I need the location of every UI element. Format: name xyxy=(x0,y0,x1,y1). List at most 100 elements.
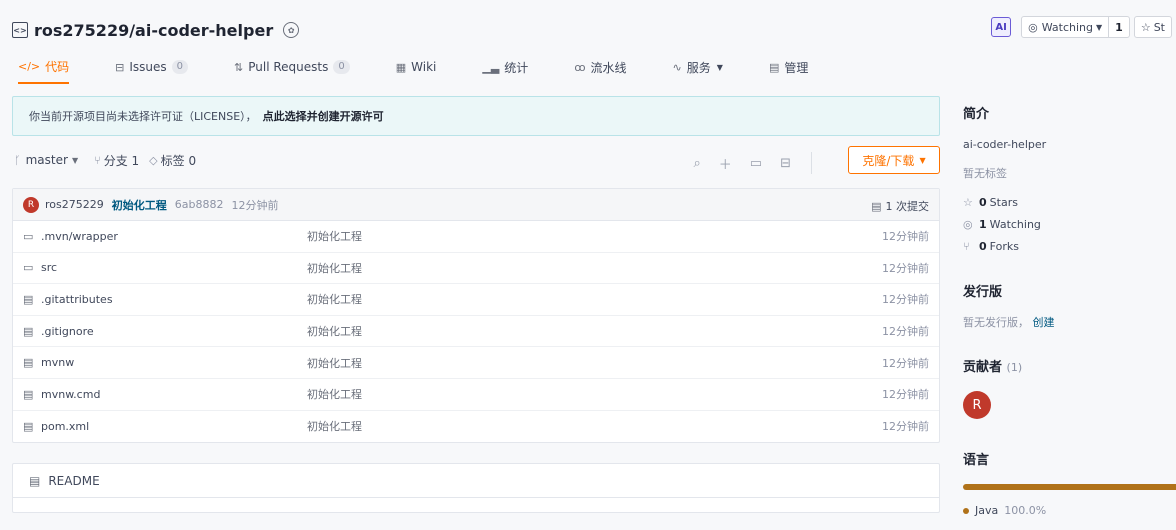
forks-link[interactable]: ⑂ 0 Forks xyxy=(963,235,1176,257)
readme-header: ▤ README xyxy=(13,464,939,499)
file-name-link[interactable]: .gitignore xyxy=(41,325,321,338)
repo-title: <> ros275229/ai-coder-helper ✿ xyxy=(12,18,300,42)
file-icon: ▤ xyxy=(23,292,34,306)
star-button[interactable]: ☆ St xyxy=(1135,17,1171,37)
file-row[interactable]: ▤ .gitattributes 初始化工程 12分钟前 xyxy=(13,284,939,316)
contributors-title: 贡献者 (1) xyxy=(963,360,1023,375)
file-commit-time: 12分钟前 xyxy=(882,293,929,307)
file-commit-time: 12分钟前 xyxy=(882,325,929,339)
language-color-dot xyxy=(963,507,969,514)
file-name-link[interactable]: pom.xml xyxy=(41,420,321,433)
tab-issues[interactable]: ⊟ Issues 0 xyxy=(115,52,189,82)
file-name-link[interactable]: .gitattributes xyxy=(41,293,321,306)
branch-icon: ᚴ xyxy=(14,153,21,167)
repo-stats: ☆ 0 Stars ◎ 1 Watching ⑂ 0 Forks xyxy=(963,191,1176,257)
repo-description: ai-coder-helper xyxy=(963,138,1047,151)
watch-count[interactable]: 1 xyxy=(1108,17,1129,37)
file-icon: ▤ xyxy=(23,387,34,401)
file-row[interactable]: ▭ .mvn/wrapper 初始化工程 12分钟前 xyxy=(13,221,939,253)
chevron-down-icon: ▼ xyxy=(71,155,79,165)
file-commit-time: 12分钟前 xyxy=(882,420,929,434)
contributor-avatar[interactable]: R xyxy=(963,391,991,419)
ai-assistant-button[interactable]: AI xyxy=(991,17,1012,37)
file-name-link[interactable]: mvnw.cmd xyxy=(41,388,321,401)
watch-button[interactable]: ◎ Watching ▼ xyxy=(1022,17,1108,37)
commit-hash-link[interactable]: 6ab8882 xyxy=(175,198,224,211)
stars-label: Stars xyxy=(989,195,1018,209)
tab-code[interactable]: </> 代码 xyxy=(18,52,70,84)
file-name-link[interactable]: .mvn/wrapper xyxy=(41,230,321,243)
pipeline-icon: ꝏ xyxy=(574,60,586,74)
branch-selector[interactable]: ᚴ master ▼ xyxy=(12,153,78,167)
tab-manage[interactable]: ▤ 管理 xyxy=(769,52,808,82)
file-row[interactable]: ▤ mvnw 初始化工程 12分钟前 xyxy=(13,347,939,379)
repo-actions: AI ◎ Watching ▼ 1 ☆ St xyxy=(991,16,1176,38)
file-row[interactable]: ▤ pom.xml 初始化工程 12分钟前 xyxy=(13,411,939,443)
create-release-link[interactable]: 创建 xyxy=(1033,316,1055,329)
tab-stats[interactable]: ▁▃ 统计 xyxy=(482,52,528,82)
chevron-down-icon: ▼ xyxy=(716,62,723,72)
file-row[interactable]: ▤ mvnw.cmd 初始化工程 12分钟前 xyxy=(13,379,939,411)
repository-icon: <> xyxy=(12,22,28,38)
web-ide-icon[interactable]: ▭ xyxy=(750,156,762,171)
no-releases-text: 暂无发行版， xyxy=(963,316,1029,329)
file-commit-message[interactable]: 初始化工程 xyxy=(307,260,362,276)
watch-button-group: ◎ Watching ▼ 1 xyxy=(1021,16,1130,38)
commit-author-link[interactable]: ros275229 xyxy=(45,198,104,211)
author-avatar[interactable]: R xyxy=(23,196,39,213)
tab-label: Issues xyxy=(129,60,167,74)
watching-count: 1 xyxy=(979,217,987,231)
file-commit-time: 12分钟前 xyxy=(882,388,929,402)
eye-icon: ◎ xyxy=(963,217,973,231)
service-icon: ∿ xyxy=(672,60,682,74)
issues-icon: ⊟ xyxy=(115,60,125,74)
file-commit-message[interactable]: 初始化工程 xyxy=(307,323,362,339)
commit-message-link[interactable]: 初始化工程 xyxy=(112,197,167,213)
tab-wiki[interactable]: ▦ Wiki xyxy=(396,52,437,82)
readme-panel: ▤ README xyxy=(12,463,940,514)
file-commit-message[interactable]: 初始化工程 xyxy=(307,386,362,402)
repo-tabs: </> 代码 ⊟ Issues 0 ⇅ Pull Requests 0 ▦ Wi… xyxy=(18,52,854,86)
file-table: R ros275229 初始化工程 6ab8882 12分钟前 ▤ 1 次提交 … xyxy=(12,188,940,444)
file-commit-message[interactable]: 初始化工程 xyxy=(307,418,362,434)
file-name-link[interactable]: mvnw xyxy=(41,356,321,369)
tab-label: 流水线 xyxy=(590,60,627,75)
tab-pull-requests[interactable]: ⇅ Pull Requests 0 xyxy=(234,52,350,82)
tab-pipeline[interactable]: ꝏ 流水线 xyxy=(574,52,626,82)
file-commit-message[interactable]: 初始化工程 xyxy=(307,355,362,371)
terminal-icon[interactable]: ⊟ xyxy=(780,156,791,171)
clone-download-button[interactable]: 克隆/下载 ▼ xyxy=(848,146,940,174)
watch-label: Watching xyxy=(1041,20,1094,34)
search-icon[interactable]: ⌕ xyxy=(694,156,701,171)
branches-icon: ⑂ xyxy=(94,153,101,167)
folder-icon: ▭ xyxy=(23,261,34,275)
file-commit-message[interactable]: 初始化工程 xyxy=(307,228,362,244)
star-icon: ☆ xyxy=(1140,20,1151,34)
create-license-link[interactable]: 点此选择并创建开源许可 xyxy=(257,108,384,124)
file-commit-message[interactable]: 初始化工程 xyxy=(307,291,362,307)
language-bar xyxy=(963,484,1176,490)
recommended-badge-icon[interactable]: ✿ xyxy=(283,22,300,38)
file-row[interactable]: ▤ .gitignore 初始化工程 12分钟前 xyxy=(13,316,939,348)
tab-services[interactable]: ∿ 服务 ▼ xyxy=(673,52,723,82)
folder-icon: ▭ xyxy=(23,229,34,243)
license-notice-text: 你当前开源项目尚未选择许可证（LICENSE）， xyxy=(29,110,257,123)
stars-count: 0 xyxy=(979,195,987,209)
intro-title: 简介 xyxy=(963,107,990,122)
file-name-link[interactable]: src xyxy=(41,261,321,274)
add-file-icon[interactable]: ＋ xyxy=(719,154,732,173)
repo-name-link[interactable]: ros275229/ai-coder-helper xyxy=(34,21,273,40)
stars-link[interactable]: ☆ 0 Stars xyxy=(963,191,1176,213)
book-icon: ▤ xyxy=(29,473,41,488)
star-label: St xyxy=(1153,20,1165,34)
commit-count-link[interactable]: ▤ 1 次提交 xyxy=(871,198,929,214)
file-row[interactable]: ▭ src 初始化工程 12分钟前 xyxy=(13,253,939,285)
watching-link[interactable]: ◎ 1 Watching xyxy=(963,213,1176,235)
language-name: Java xyxy=(975,504,999,517)
file-icon: ▤ xyxy=(23,419,34,433)
commits-icon: ▤ xyxy=(871,199,882,213)
contributors-count: (1) xyxy=(1006,361,1023,374)
branches-link[interactable]: ⑂ 分支 1 xyxy=(94,152,139,169)
tags-count: 标签 0 xyxy=(160,153,197,168)
tags-link[interactable]: ◇ 标签 0 xyxy=(149,152,196,169)
